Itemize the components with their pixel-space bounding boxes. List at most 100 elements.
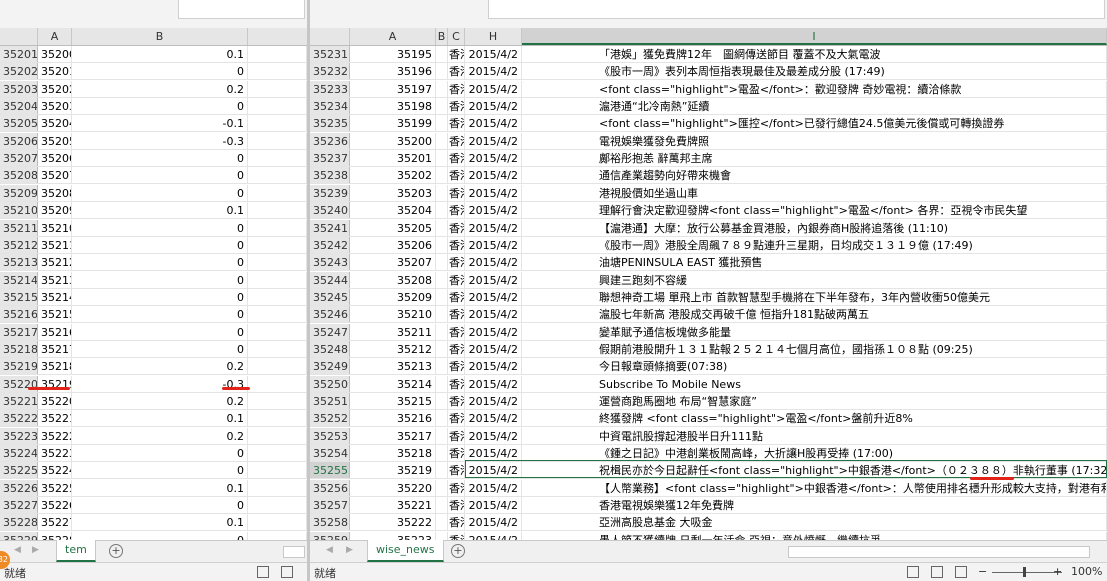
cell-i[interactable]: 祝楫民亦於今日起辭任<font class="highlight">中銀香港</… xyxy=(522,462,1107,479)
cell-c[interactable]: 香港 xyxy=(448,427,465,444)
cell-b[interactable]: -0.1 xyxy=(72,115,248,132)
row-header[interactable]: 35232 xyxy=(310,63,350,80)
cell-a[interactable]: 35204 xyxy=(38,115,72,132)
row-header[interactable]: 35204 xyxy=(0,98,38,115)
cell-b[interactable] xyxy=(436,219,448,236)
cell-c[interactable] xyxy=(248,358,307,375)
cell-a[interactable]: 35218 xyxy=(38,358,72,375)
cell-b[interactable]: -0.3 xyxy=(72,132,248,149)
cell-c[interactable]: 香港 xyxy=(448,497,465,514)
cell-a[interactable]: 35198 xyxy=(350,98,436,115)
cell-a[interactable]: 35207 xyxy=(350,254,436,271)
cell-b[interactable]: 0 xyxy=(72,150,248,167)
row-header[interactable]: 35236 xyxy=(310,132,350,149)
cell-a[interactable]: 35211 xyxy=(350,323,436,340)
cell-i[interactable]: 「港娛」獲免費牌12年 圖網傳送節目 覆蓋不及大氣電波 xyxy=(522,46,1107,62)
row-header[interactable]: 35233 xyxy=(310,80,350,97)
row-header[interactable]: 35208 xyxy=(0,167,38,184)
cell-c[interactable]: 香港 xyxy=(448,150,465,167)
normal-view-icon[interactable] xyxy=(907,566,919,578)
cell-c[interactable] xyxy=(248,514,307,531)
cell-c[interactable] xyxy=(248,63,307,80)
cell-c[interactable] xyxy=(248,306,307,323)
row-header[interactable]: 35227 xyxy=(0,497,38,514)
cell-a[interactable]: 35219 xyxy=(350,462,436,479)
cell-h[interactable]: 2015/4/2 xyxy=(465,323,522,340)
cell-i[interactable]: 變革賦予通信板塊做多能量 xyxy=(522,323,1107,340)
cell-c[interactable]: 香港 xyxy=(448,254,465,271)
cell-b[interactable]: 0.1 xyxy=(72,514,248,531)
cell-b[interactable] xyxy=(436,46,448,62)
cell-b[interactable] xyxy=(436,323,448,340)
page-layout-icon[interactable] xyxy=(931,566,943,578)
cell-b[interactable]: 0 xyxy=(72,167,248,184)
cell-b[interactable]: 0 xyxy=(72,323,248,340)
cell-a[interactable]: 35203 xyxy=(350,184,436,201)
cell-b[interactable] xyxy=(436,479,448,496)
cell-b[interactable] xyxy=(436,184,448,201)
cell-i[interactable]: 滬港通“北冷南熱”延續 xyxy=(522,98,1107,115)
cell-i[interactable]: 香港電視娛樂獲12年免費牌 xyxy=(522,497,1107,514)
cell-a[interactable]: 35196 xyxy=(350,63,436,80)
cell-i[interactable]: 亞洲高股息基金 大吸金 xyxy=(522,514,1107,531)
cell-c[interactable] xyxy=(248,98,307,115)
row-header[interactable]: 35247 xyxy=(310,323,350,340)
row-header[interactable]: 35213 xyxy=(0,254,38,271)
cell-c[interactable]: 香港 xyxy=(448,46,465,62)
cell-a[interactable]: 35202 xyxy=(38,80,72,97)
cell-c[interactable] xyxy=(248,479,307,496)
row-header[interactable]: 35210 xyxy=(0,202,38,219)
cell-c[interactable]: 香港 xyxy=(448,98,465,115)
zoom-slider-thumb[interactable] xyxy=(1023,567,1026,577)
row-header[interactable]: 35257 xyxy=(310,497,350,514)
cell-a[interactable]: 35200 xyxy=(38,46,72,62)
cell-a[interactable]: 35226 xyxy=(38,497,72,514)
cell-c[interactable]: 香港 xyxy=(448,445,465,462)
cell-b[interactable]: 0 xyxy=(72,288,248,305)
cell-h[interactable]: 2015/4/2 xyxy=(465,393,522,409)
column-header-c[interactable]: C xyxy=(448,28,465,45)
row-header[interactable]: 35254 xyxy=(310,445,350,462)
cell-c[interactable] xyxy=(248,184,307,201)
row-header[interactable]: 35249 xyxy=(310,358,350,375)
cell-h[interactable]: 2015/4/2 xyxy=(465,306,522,323)
cell-c[interactable]: 香港 xyxy=(448,63,465,80)
cell-h[interactable]: 2015/4/2 xyxy=(465,271,522,288)
cell-h[interactable]: 2015/4/2 xyxy=(465,445,522,462)
cell-b[interactable]: 0 xyxy=(72,184,248,201)
row-header[interactable]: 35242 xyxy=(310,236,350,253)
cell-c[interactable]: 香港 xyxy=(448,184,465,201)
row-header[interactable]: 35224 xyxy=(0,445,38,462)
cell-i[interactable]: <font class="highlight">電盈</font>：歡迎發牌 奇… xyxy=(522,80,1107,97)
cell-b[interactable] xyxy=(436,306,448,323)
cell-a[interactable]: 35221 xyxy=(38,410,72,427)
cell-h[interactable]: 2015/4/2 xyxy=(465,254,522,271)
row-header[interactable]: 35258 xyxy=(310,514,350,531)
cell-a[interactable]: 35206 xyxy=(350,236,436,253)
cell-b[interactable]: 0.2 xyxy=(72,358,248,375)
cell-a[interactable]: 35206 xyxy=(38,150,72,167)
cell-a[interactable]: 35218 xyxy=(350,445,436,462)
cell-h[interactable]: 2015/4/2 xyxy=(465,219,522,236)
cell-h[interactable]: 2015/4/2 xyxy=(465,115,522,132)
cell-h[interactable]: 2015/4/2 xyxy=(465,167,522,184)
cell-a[interactable]: 35211 xyxy=(38,236,72,253)
cell-b[interactable]: 0 xyxy=(72,98,248,115)
cell-i[interactable]: 鄺裕彤抱恙 辭萬邦主席 xyxy=(522,150,1107,167)
cell-h[interactable]: 2015/4/2 xyxy=(465,479,522,496)
cell-b[interactable] xyxy=(436,202,448,219)
cell-c[interactable]: 香港 xyxy=(448,340,465,357)
cell-h[interactable]: 2015/4/2 xyxy=(465,375,522,392)
cell-a[interactable]: 35203 xyxy=(38,98,72,115)
row-header[interactable]: 35212 xyxy=(0,236,38,253)
cell-b[interactable] xyxy=(436,63,448,80)
cell-a[interactable]: 35209 xyxy=(350,288,436,305)
row-header[interactable]: 35240 xyxy=(310,202,350,219)
cell-c[interactable] xyxy=(248,167,307,184)
cell-i[interactable]: 假期前港股開升１３１點報２５２１４七個月高位，國指孫１０８點 (09:25) xyxy=(522,340,1107,357)
add-sheet-icon[interactable]: + xyxy=(109,544,123,558)
row-header[interactable]: 35256 xyxy=(310,479,350,496)
cell-b[interactable] xyxy=(436,167,448,184)
cell-c[interactable]: 香港 xyxy=(448,358,465,375)
column-header-b[interactable]: B xyxy=(72,28,248,45)
